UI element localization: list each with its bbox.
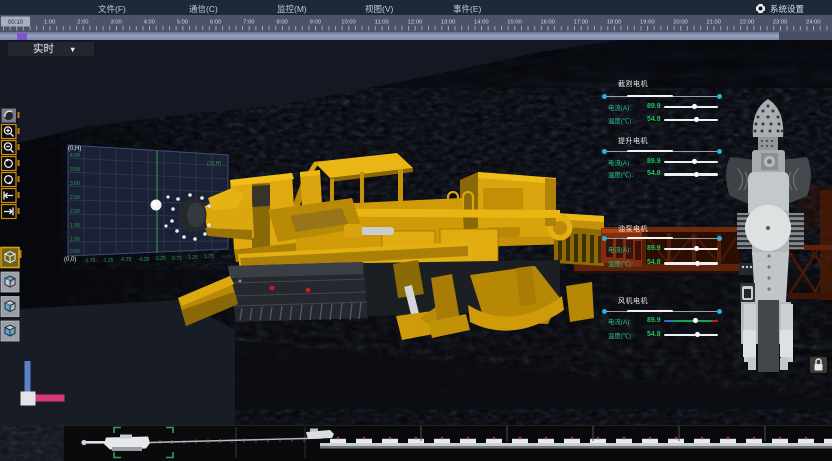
svg-text:2:00: 2:00 bbox=[77, 20, 88, 26]
svg-text:16:00: 16:00 bbox=[540, 20, 555, 26]
svg-text:6:00: 6:00 bbox=[210, 20, 221, 26]
svg-text:7:00: 7:00 bbox=[243, 20, 254, 26]
svg-text:2.00: 2.00 bbox=[70, 209, 80, 215]
svg-text:14:00: 14:00 bbox=[474, 20, 489, 26]
svg-text:4.00: 4.00 bbox=[70, 153, 80, 159]
svg-text:0.25: 0.25 bbox=[156, 256, 166, 262]
svg-text:3.50: 3.50 bbox=[70, 167, 80, 173]
svg-text:10:00: 10:00 bbox=[341, 20, 356, 26]
svg-text:11:00: 11:00 bbox=[375, 20, 389, 26]
svg-text:18:00: 18:00 bbox=[607, 20, 622, 26]
svg-text:13:00: 13:00 bbox=[441, 20, 456, 26]
svg-text:8:00: 8:00 bbox=[276, 20, 287, 26]
svg-text:15:00: 15:00 bbox=[507, 20, 522, 26]
svg-text:(0,0): (0,0) bbox=[64, 257, 76, 263]
svg-text:12:00: 12:00 bbox=[408, 20, 423, 26]
svg-text:-0.75: -0.75 bbox=[120, 257, 132, 263]
svg-text:1.50: 1.50 bbox=[70, 223, 80, 229]
svg-text:17:00: 17:00 bbox=[574, 20, 589, 26]
svg-text:-1.75: -1.75 bbox=[84, 258, 96, 264]
svg-text:0.50: 0.50 bbox=[70, 249, 80, 255]
svg-text:4:00: 4:00 bbox=[144, 20, 155, 26]
svg-text:21:00: 21:00 bbox=[706, 20, 721, 26]
svg-text:1.25: 1.25 bbox=[188, 255, 198, 261]
svg-text:3.00: 3.00 bbox=[70, 181, 80, 187]
svg-text:-1.25: -1.25 bbox=[102, 258, 114, 264]
svg-text:1:00: 1:00 bbox=[44, 20, 55, 26]
svg-text:22:00: 22:00 bbox=[740, 20, 755, 26]
svg-text:9:00: 9:00 bbox=[310, 20, 321, 26]
svg-text:24:00: 24:00 bbox=[806, 20, 821, 26]
svg-text:5:00: 5:00 bbox=[177, 20, 188, 26]
svg-text:(0,H): (0,H) bbox=[68, 146, 81, 152]
svg-text:20:00: 20:00 bbox=[673, 20, 688, 26]
svg-text:00:10: 00:10 bbox=[8, 20, 24, 26]
svg-text:1.00: 1.00 bbox=[70, 237, 80, 243]
svg-text:-0.25: -0.25 bbox=[138, 257, 150, 263]
svg-text:23:00: 23:00 bbox=[773, 20, 788, 26]
svg-text:3:00: 3:00 bbox=[110, 20, 121, 26]
svg-text:1.75: 1.75 bbox=[204, 254, 214, 260]
svg-text:2.50: 2.50 bbox=[70, 195, 80, 201]
svg-text:(10,H): (10,H) bbox=[207, 161, 221, 167]
svg-text:0.75: 0.75 bbox=[172, 256, 182, 262]
svg-text:19:00: 19:00 bbox=[640, 20, 655, 26]
